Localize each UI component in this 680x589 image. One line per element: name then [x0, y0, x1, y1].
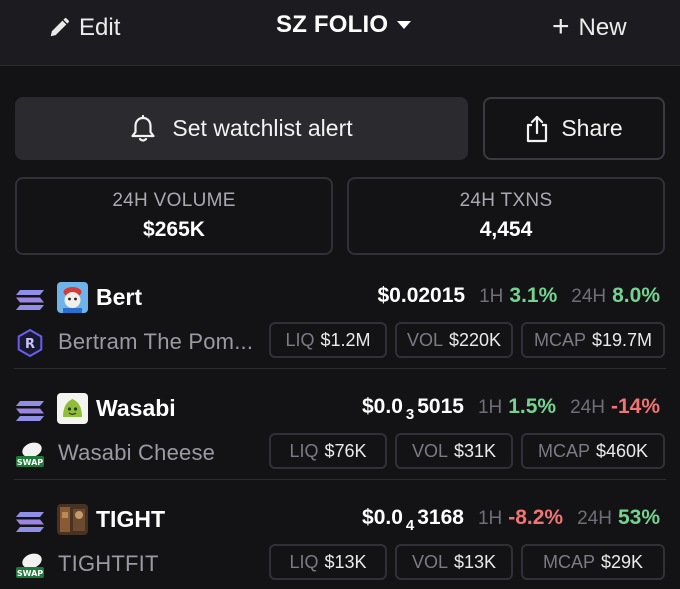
volume-pill: VOL $220K	[395, 322, 513, 358]
price-line: $0.0 3 5015 1H 1.5% 24H -14%	[362, 395, 660, 423]
stat-label: 24H VOLUME	[112, 190, 236, 211]
swap-icon: SWAP	[16, 553, 44, 578]
token-full-name: Wasabi Cheese	[58, 440, 216, 465]
1h-label: 1H	[477, 397, 503, 418]
market-cap-pill: MCAP $29K	[521, 544, 665, 580]
bert-token-avatar	[57, 282, 88, 313]
solana-icon	[16, 401, 44, 421]
volume-pill: VOL $13K	[395, 544, 513, 580]
edit-button[interactable]: Edit	[48, 12, 120, 44]
price-line: $0.02015 1H 3.1% 24H 8.0%	[378, 284, 661, 308]
24h-change: -14%	[610, 395, 660, 418]
svg-text:R: R	[25, 337, 35, 352]
volume-pill: VOL $31K	[395, 433, 513, 469]
token-price: $0.02015	[377, 284, 466, 307]
stat-24h-txns: 24H TXNS 4,454	[347, 177, 665, 255]
watchlist-selector[interactable]: SZ FOLIO	[276, 10, 412, 40]
token-row-wasabi[interactable]: Wasabi SWAP Wasabi Cheese $0.0 3 5015 1H 1…	[0, 387, 680, 497]
alert-label: Set watchlist alert	[172, 115, 353, 141]
token-symbol: Bert	[96, 284, 143, 310]
wasabi-token-avatar	[57, 393, 88, 424]
raydium-icon: R	[17, 328, 43, 358]
watchlist-title: SZ FOLIO	[276, 11, 389, 38]
top-bar: Edit SZ FOLIO + New	[0, 0, 680, 66]
stat-value: 4,454	[479, 218, 533, 241]
1h-label: 1H	[479, 286, 504, 307]
token-metrics: LIQ $1.2M VOL $220K MCAP $19.7M	[269, 322, 665, 358]
solana-icon	[16, 512, 44, 532]
bell-icon	[131, 114, 155, 142]
1h-change: -8.2%	[508, 506, 564, 529]
24h-change: 53%	[617, 506, 660, 529]
1h-label: 1H	[477, 508, 503, 529]
share-icon	[527, 115, 548, 142]
token-metrics: LIQ $76K VOL $31K MCAP $460K	[269, 433, 665, 469]
new-watchlist-button[interactable]: + New	[552, 12, 627, 44]
token-symbol: Wasabi	[96, 395, 176, 421]
solana-icon	[16, 290, 44, 310]
liquidity-pill: LIQ $76K	[269, 433, 387, 469]
token-row-tight[interactable]: TIGHT SWAP TIGHTFIT $0.0 4 3168 1H -8.2% 2…	[0, 498, 680, 589]
liquidity-pill: LIQ $13K	[269, 544, 387, 580]
edit-label: Edit	[79, 14, 121, 41]
24h-change: 8.0%	[612, 284, 660, 307]
pencil-icon	[50, 17, 70, 37]
share-label: Share	[561, 115, 623, 141]
set-watchlist-alert-button[interactable]: Set watchlist alert	[15, 97, 468, 160]
24h-label: 24H	[570, 397, 605, 418]
svg-text:SWAP: SWAP	[17, 569, 43, 578]
token-full-name: TIGHTFIT	[58, 551, 159, 576]
token-symbol: TIGHT	[96, 506, 165, 532]
stat-label: 24H TXNS	[459, 190, 553, 211]
24h-label: 24H	[577, 508, 612, 529]
token-row-bert[interactable]: Bert R Bertram The Pom... $0.02015 1H 3.…	[0, 276, 680, 386]
svg-text:SWAP: SWAP	[17, 458, 43, 467]
divider	[14, 479, 666, 480]
caret-down-icon	[397, 21, 412, 29]
1h-change: 1.5%	[508, 395, 557, 418]
price-line: $0.0 4 3168 1H -8.2% 24H 53%	[362, 506, 660, 534]
token-price: $0.0 4 3168	[362, 506, 464, 534]
market-cap-pill: MCAP $460K	[521, 433, 665, 469]
new-label: New	[578, 14, 627, 41]
swap-icon: SWAP	[16, 442, 44, 467]
divider	[14, 368, 666, 369]
1h-change: 3.1%	[509, 284, 558, 307]
token-price: $0.0 3 5015	[362, 395, 464, 423]
plus-icon: +	[552, 10, 570, 43]
token-metrics: LIQ $13K VOL $13K MCAP $29K	[269, 544, 665, 580]
token-full-name: Bertram The Pom...	[58, 329, 254, 354]
24h-label: 24H	[571, 286, 607, 307]
stat-value: $265K	[143, 218, 205, 241]
share-button[interactable]: Share	[483, 97, 665, 160]
liquidity-pill: LIQ $1.2M	[269, 322, 387, 358]
market-cap-pill: MCAP $19.7M	[521, 322, 665, 358]
tight-token-avatar	[57, 504, 88, 535]
stat-24h-volume: 24H VOLUME $265K	[15, 177, 333, 255]
